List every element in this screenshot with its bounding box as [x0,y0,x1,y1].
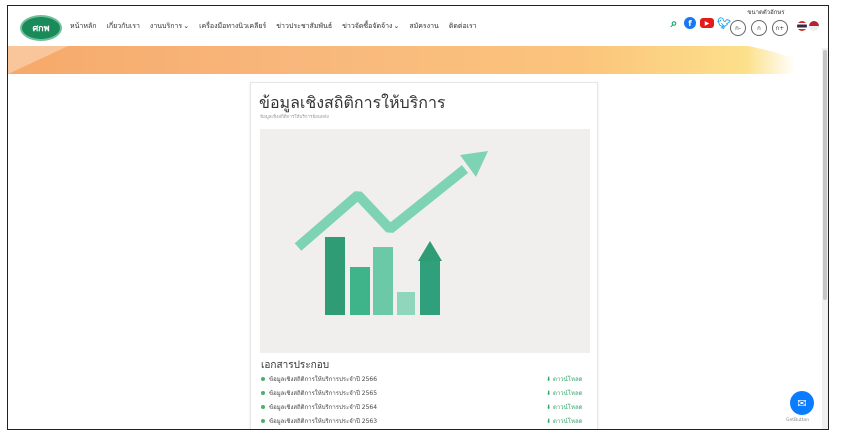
messenger-chat-button[interactable]: ✉︎ [790,391,814,415]
messenger-icon: ✉︎ [797,396,807,410]
document-name: ข้อมูลเชิงสถิติการให้บริการประจำปี 2563 [269,418,378,425]
facebook-icon[interactable]: f [684,17,696,29]
document-row: ข้อมูลเชิงสถิติการให้บริการประจำปี 2564 … [261,402,591,414]
bullet-icon [261,377,265,381]
search-icon[interactable]: ⌕ [668,16,680,30]
nav-item-contact[interactable]: ติดต่อเรา [449,21,477,32]
download-link[interactable]: ดาวน์โหลด [546,402,583,412]
bullet-icon [261,419,265,423]
bullet-icon [261,391,265,395]
download-link[interactable]: ดาวน์โหลด [546,388,583,398]
nav-item-services[interactable]: งานบริการ [150,21,189,32]
nav-item-procurement[interactable]: ข่าวจัดซื้อจัดจ้าง [342,21,399,32]
font-size-label: ขนาดตัวอักษร [747,9,785,16]
download-link[interactable]: ดาวน์โหลด [546,374,583,384]
nav-item-jobs[interactable]: สมัครงาน [409,21,438,32]
documents-heading: เอกสารประกอบ [261,360,330,371]
document-row: ข้อมูลเชิงสถิติการให้บริการประจำปี 2563 … [261,416,591,428]
font-decrease-button[interactable]: ก- [730,20,746,36]
social-icons: ⌕ f ▶ 🐦︎ [668,16,731,30]
font-increase-button[interactable]: ก+ [772,20,788,36]
getbutton-label: GetButton [786,418,810,423]
nav-item-news[interactable]: ข่าวประชาสัมพันธ์ [276,21,332,32]
bullet-icon [261,405,265,409]
font-size-controls: ก- ก ก+ [730,20,788,36]
font-normal-button[interactable]: ก [751,20,767,36]
youtube-icon[interactable]: ▶ [700,18,714,28]
page-subtitle: ข้อมูลเชิงสถิติการให้บริการย้อนหลัง [260,115,329,120]
header-banner [8,46,828,74]
twitter-icon[interactable]: 🐦︎ [717,17,731,30]
nav-item-nuclear-tools[interactable]: เครื่องมือทางนิวเคลียร์ [199,21,266,32]
document-row: ข้อมูลเชิงสถิติการให้บริการประจำปี 2566 … [261,374,591,386]
nav-item-about[interactable]: เกี่ยวกับเรา [106,21,139,32]
logo-subtext: ACDP [38,33,52,39]
top-navigation-bar: ศกพ ACDP หน้าหลัก เกี่ยวกับเรา งานบริการ… [8,6,828,46]
document-row: ข้อมูลเชิงสถิติการให้บริการประจำปี 2565 … [261,388,591,400]
document-name: ข้อมูลเชิงสถิติการให้บริการประจำปี 2566 [269,376,378,383]
us-flag-icon[interactable] [809,21,819,31]
document-name: ข้อมูลเชิงสถิติการให้บริการประจำปี 2564 [269,404,378,411]
thai-flag-icon[interactable] [797,21,807,31]
language-switcher [797,21,819,31]
nav-item-home[interactable]: หน้าหลัก [70,21,96,32]
scrollbar-thumb[interactable] [823,50,827,300]
statistics-illustration [260,129,590,353]
document-name: ข้อมูลเชิงสถิติการให้บริการประจำปี 2565 [269,390,378,397]
content-card: ข้อมูลเชิงสถิติการให้บริการ ข้อมูลเชิงสถ… [250,82,598,429]
download-link[interactable]: ดาวน์โหลด [546,416,583,426]
browser-page: ศกพ ACDP หน้าหลัก เกี่ยวกับเรา งานบริการ… [8,6,828,429]
main-nav: หน้าหลัก เกี่ยวกับเรา งานบริการ เครื่องม… [70,21,477,32]
